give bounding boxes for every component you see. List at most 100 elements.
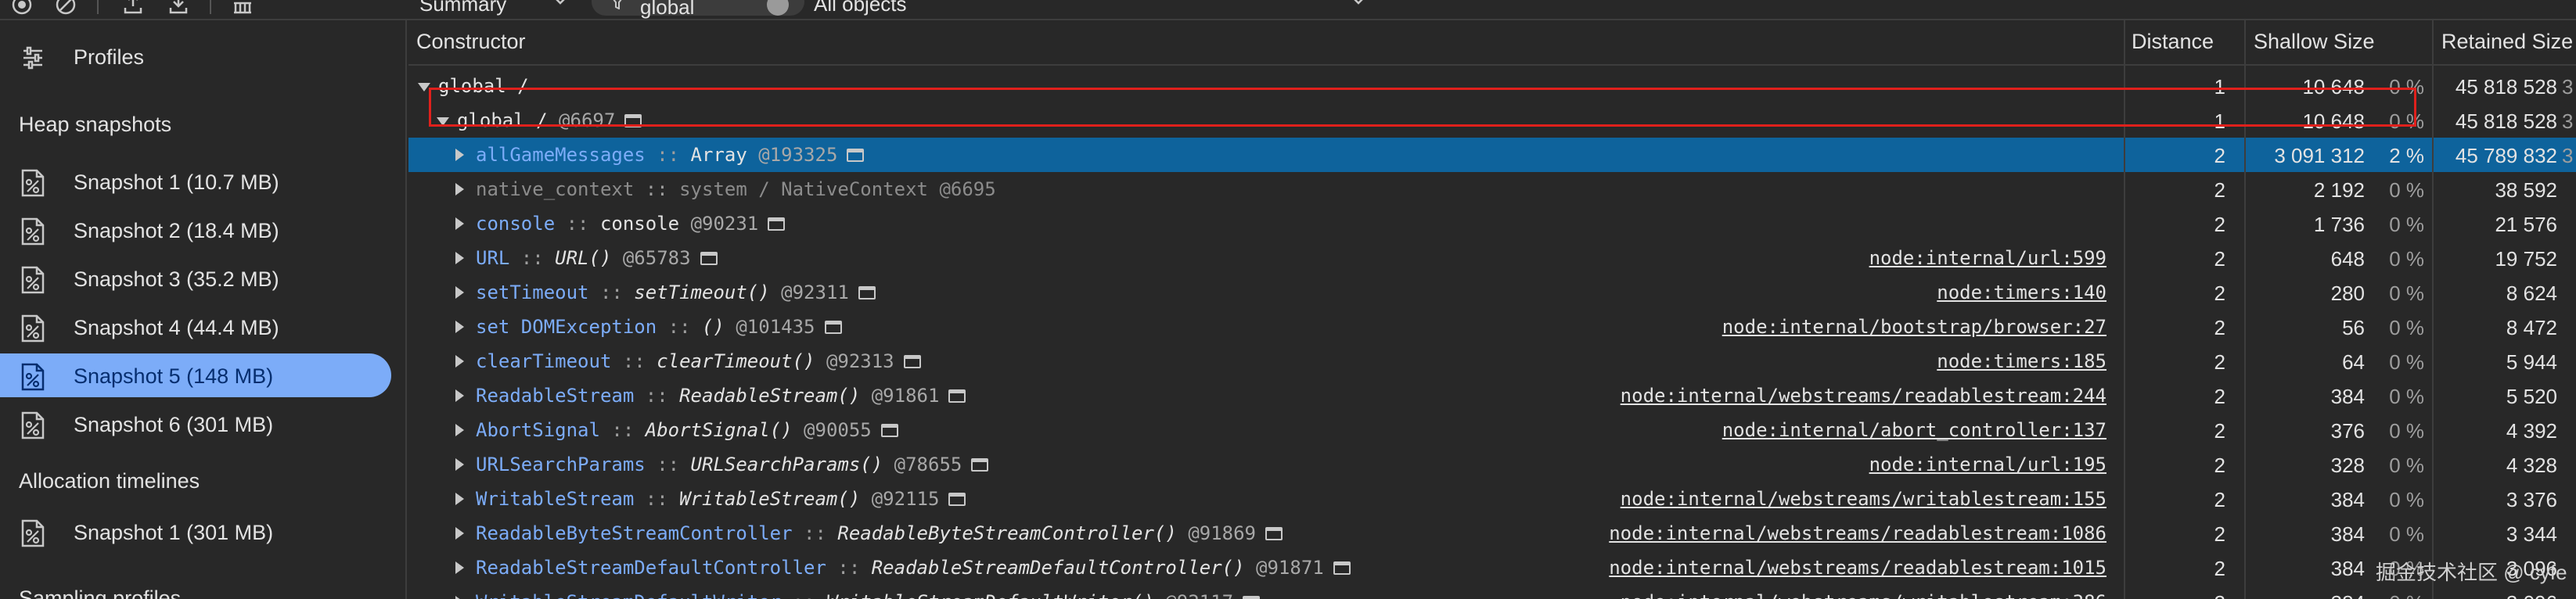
snapshot-item[interactable]: Snapshot 5 (148 MB) — [0, 353, 391, 397]
heap-row[interactable]: ReadableByteStreamController :: Readable… — [408, 516, 2576, 551]
source-link[interactable]: node:internal/webstreams/readablestream:… — [1609, 557, 2106, 579]
snapshot-label: Snapshot 2 (18.4 MB) — [74, 219, 279, 242]
source-link[interactable]: node:internal/url:599 — [1869, 247, 2106, 269]
shallow-size-percent: 0 % — [2389, 247, 2424, 271]
expand-triangle-icon[interactable] — [455, 527, 464, 540]
store-as-global-icon[interactable] — [880, 424, 898, 437]
source-link[interactable]: node:internal/webstreams/readablestream:… — [1621, 385, 2106, 407]
heap-row[interactable]: native_context :: system / NativeContext… — [408, 172, 2576, 206]
distance-value: 2 — [2214, 247, 2225, 271]
constructor-name: ReadableStream() — [679, 385, 861, 407]
view-select[interactable]: Summary — [419, 0, 506, 16]
source-link[interactable]: node:internal/bootstrap/browser:27 — [1722, 316, 2106, 338]
heap-row[interactable]: WritableStreamDefaultWriter :: WritableS… — [408, 585, 2576, 599]
source-link[interactable]: node:timers:185 — [1937, 350, 2106, 372]
class-filter-input[interactable]: global — [592, 0, 804, 19]
expand-triangle-icon[interactable] — [455, 493, 464, 505]
snapshot-item[interactable]: Snapshot 6 (301 MB) — [0, 402, 391, 446]
source-link[interactable]: node:internal/abort_controller:137 — [1722, 419, 2106, 441]
store-as-global-icon[interactable] — [1333, 561, 1351, 575]
distance-value: 2 — [2214, 385, 2225, 408]
expand-triangle-icon[interactable] — [455, 561, 464, 574]
source-link[interactable]: node:timers:140 — [1937, 282, 2106, 303]
profiles-label: Profiles — [74, 45, 145, 69]
constructor-column-header[interactable]: Constructor — [416, 30, 526, 54]
retained-size-value: 19 752 — [2495, 247, 2557, 271]
store-as-global-icon[interactable] — [948, 389, 966, 403]
heap-row[interactable]: WritableStream :: WritableStream() @9211… — [408, 482, 2576, 516]
snapshot-item[interactable]: Snapshot 1 (10.7 MB) — [0, 160, 391, 203]
source-link[interactable]: node:internal/webstreams/writablestream:… — [1621, 591, 2106, 599]
retained-size-column-header[interactable]: Retained Size — [2441, 30, 2573, 54]
store-as-global-icon[interactable] — [971, 458, 989, 472]
store-as-global-icon[interactable] — [903, 355, 921, 368]
expand-triangle-icon[interactable] — [455, 596, 464, 599]
row-name: ReadableByteStreamController :: Readable… — [476, 522, 1283, 544]
distance-column-header[interactable]: Distance — [2132, 30, 2214, 54]
source-link[interactable]: node:internal/webstreams/writablestream:… — [1621, 488, 2106, 510]
expand-triangle-icon[interactable] — [455, 458, 464, 471]
object-id: @92117 — [1165, 591, 1233, 599]
constructor-name: AbortSignal() — [645, 419, 793, 441]
object-id: @92115 — [871, 488, 940, 510]
heap-row[interactable]: allGameMessages :: Array @193325 2 3 091 3… — [408, 138, 2576, 172]
row-name: console :: console @90231 — [476, 213, 786, 235]
expand-triangle-icon[interactable] — [455, 389, 464, 402]
clear-filter-icon[interactable] — [767, 0, 789, 16]
heap-row[interactable]: ReadableStream :: ReadableStream() @9186… — [408, 378, 2576, 413]
expand-triangle-icon[interactable] — [455, 321, 464, 333]
store-as-global-icon[interactable] — [700, 252, 718, 265]
store-as-global-icon[interactable] — [1243, 596, 1261, 599]
expand-triangle-icon[interactable] — [455, 217, 464, 230]
heap-row[interactable]: URL :: URL() @65783 node:internal/url:599… — [408, 241, 2576, 275]
download-icon[interactable] — [167, 0, 189, 16]
shallow-size-value: 56 — [2342, 316, 2365, 339]
heap-row[interactable]: set DOMException :: () @101435 node:inter… — [408, 310, 2576, 344]
snapshot-item[interactable]: Snapshot 4 (44.4 MB) — [0, 305, 391, 349]
snapshot-item[interactable]: Snapshot 1 (301 MB) — [0, 510, 391, 554]
row-name: native_context :: system / NativeContext… — [476, 178, 996, 200]
separator: :: — [634, 488, 680, 510]
source-link[interactable]: node:internal/url:195 — [1869, 454, 2106, 475]
expand-triangle-icon[interactable] — [455, 252, 464, 264]
property-name: ReadableByteStreamController — [476, 522, 793, 544]
annotation-highlight-box — [429, 88, 2416, 127]
heap-row[interactable]: clearTimeout :: clearTimeout() @92313 nod… — [408, 344, 2576, 378]
snapshot-label: Snapshot 5 (148 MB) — [74, 364, 274, 388]
upload-icon[interactable] — [122, 0, 144, 16]
store-as-global-icon[interactable] — [1265, 527, 1283, 540]
shallow-size-column-header[interactable]: Shallow Size — [2254, 30, 2375, 54]
heap-row[interactable]: AbortSignal :: AbortSignal() @90055 node:… — [408, 413, 2576, 447]
objects-select[interactable]: All objects — [814, 0, 907, 16]
store-as-global-icon[interactable] — [824, 321, 842, 334]
clear-icon[interactable] — [55, 0, 77, 16]
store-as-global-icon[interactable] — [948, 493, 966, 506]
heap-row[interactable]: setTimeout :: setTimeout() @92311 node:ti… — [408, 275, 2576, 310]
record-icon[interactable] — [11, 0, 33, 16]
heap-row[interactable]: console :: console @90231 2 1 736 0 % 21 576 — [408, 206, 2576, 241]
source-link[interactable]: node:internal/webstreams/readablestream:… — [1609, 522, 2106, 544]
toolbar-divider — [97, 0, 99, 14]
store-as-global-icon[interactable] — [768, 217, 786, 231]
store-as-global-icon[interactable] — [858, 286, 876, 300]
store-as-global-icon[interactable] — [847, 149, 865, 162]
heap-row[interactable]: ReadableStreamDefaultController :: Reada… — [408, 551, 2576, 585]
retained-size-value: 5 520 — [2506, 385, 2557, 408]
property-name: clearTimeout — [476, 350, 612, 372]
row-name: set DOMException :: () @101435 — [476, 316, 842, 338]
snapshot-item[interactable]: Snapshot 2 (18.4 MB) — [0, 208, 391, 252]
profiles-header[interactable]: Profiles — [0, 34, 391, 78]
expand-triangle-icon[interactable] — [455, 183, 464, 195]
property-name: ReadableStreamDefaultController — [476, 557, 826, 579]
expand-triangle-icon[interactable] — [455, 424, 464, 436]
expand-triangle-icon[interactable] — [455, 149, 464, 161]
garbage-collect-icon[interactable] — [232, 0, 254, 16]
expand-triangle-icon[interactable] — [455, 286, 464, 299]
separator: :: — [792, 522, 838, 544]
retained-size-percent: 3 — [2562, 144, 2574, 167]
heap-row[interactable]: URLSearchParams :: URLSearchParams() @78… — [408, 447, 2576, 482]
expand-triangle-icon[interactable] — [455, 355, 464, 368]
shallow-size-percent: 0 % — [2389, 316, 2424, 339]
snapshot-item[interactable]: Snapshot 3 (35.2 MB) — [0, 256, 391, 300]
shallow-size-percent: 2 % — [2389, 144, 2424, 167]
